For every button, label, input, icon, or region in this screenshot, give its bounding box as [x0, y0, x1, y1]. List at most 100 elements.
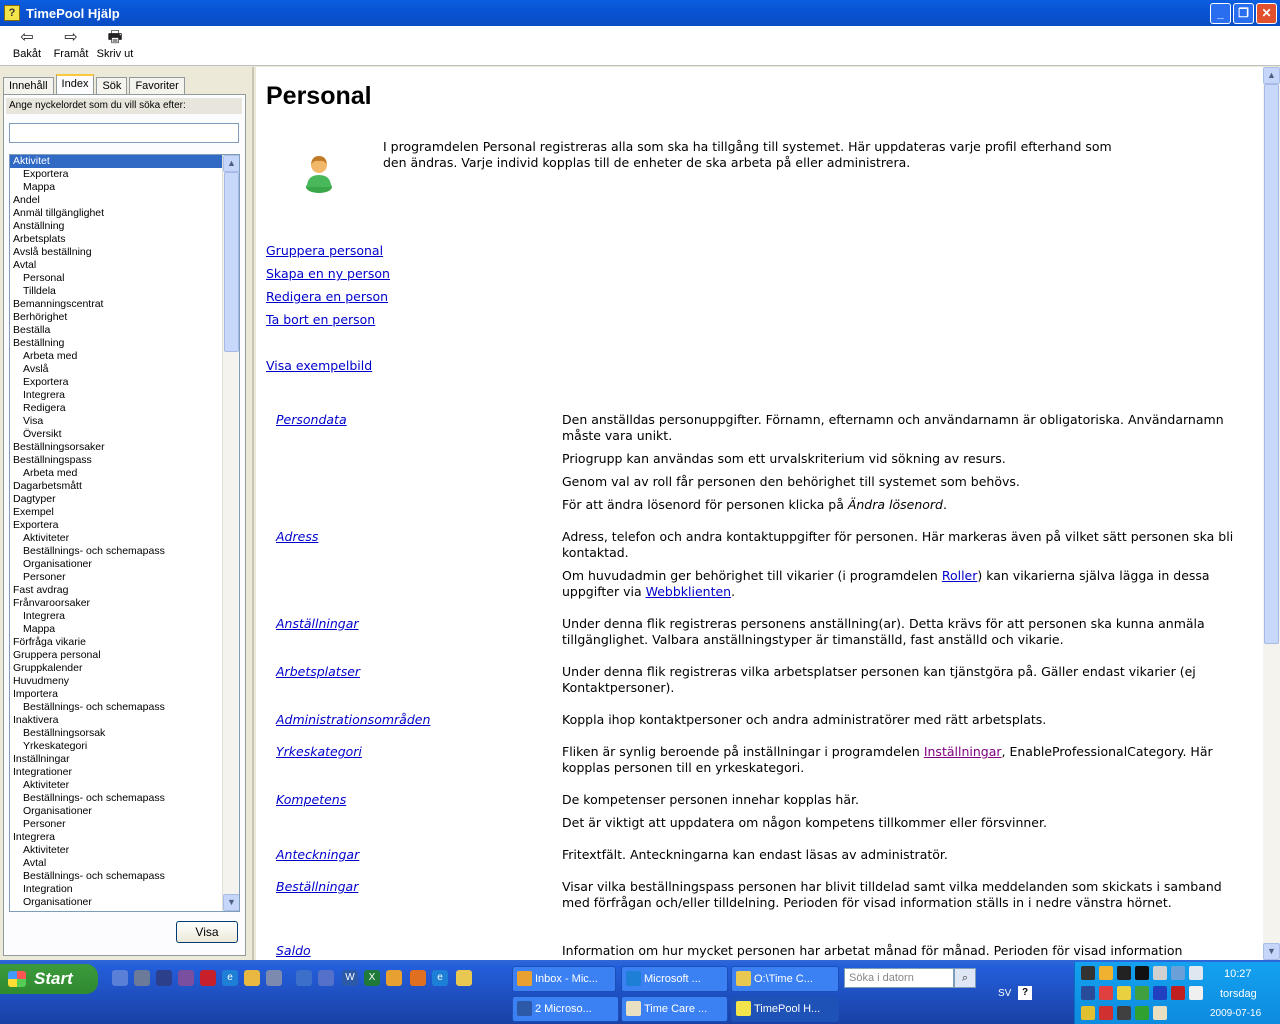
- tray-icon[interactable]: [1189, 986, 1203, 1000]
- clock-time[interactable]: 10:27: [1224, 968, 1252, 980]
- print-button[interactable]: 🖶 Skriv ut: [94, 26, 136, 60]
- tray-icon[interactable]: [1117, 986, 1131, 1000]
- tab-index[interactable]: Index: [55, 74, 95, 96]
- quicklaunch-icon[interactable]: [112, 970, 128, 986]
- content-scroll-thumb[interactable]: [1264, 84, 1279, 644]
- back-button[interactable]: ⇦ Bakåt: [6, 26, 48, 60]
- index-item[interactable]: Beställnings- och schemapass: [10, 701, 222, 714]
- index-item[interactable]: Dagtyper: [10, 493, 222, 506]
- term-balance[interactable]: Saldo: [276, 943, 311, 958]
- index-item[interactable]: Visa: [10, 415, 222, 428]
- index-item[interactable]: Beställnings- och schemapass: [10, 870, 222, 883]
- link-webclient[interactable]: Webbklienten: [646, 584, 732, 599]
- term-competence[interactable]: Kompetens: [276, 792, 346, 807]
- language-indicator[interactable]: SV: [998, 988, 1011, 999]
- index-item[interactable]: Mappa: [10, 623, 222, 636]
- term-employments[interactable]: Anställningar: [276, 616, 359, 631]
- tray-icon[interactable]: [1153, 966, 1167, 980]
- quicklaunch-icon[interactable]: [200, 970, 216, 986]
- tab-favorites[interactable]: Favoriter: [129, 77, 185, 95]
- index-item[interactable]: Exportera: [10, 376, 222, 389]
- index-item[interactable]: Berhörighet: [10, 311, 222, 324]
- index-item[interactable]: Förfråga vikarie: [10, 636, 222, 649]
- index-item[interactable]: Arbetsplats: [10, 233, 222, 246]
- index-item[interactable]: Beställningspass: [10, 454, 222, 467]
- index-item[interactable]: Avslå: [10, 363, 222, 376]
- tray-icon[interactable]: [1171, 986, 1185, 1000]
- tray-icon[interactable]: [1153, 986, 1167, 1000]
- link-edit-person[interactable]: Redigera en person: [266, 289, 388, 304]
- forward-button[interactable]: ⇨ Framåt: [50, 26, 92, 60]
- index-item[interactable]: Organisationer: [10, 805, 222, 818]
- index-item[interactable]: Exportera: [10, 168, 222, 181]
- start-button[interactable]: Start: [0, 964, 98, 994]
- index-item[interactable]: Personal: [10, 272, 222, 285]
- index-item[interactable]: Integrera: [10, 610, 222, 623]
- close-button[interactable]: ✕: [1256, 3, 1277, 24]
- tray-icon[interactable]: [1099, 986, 1113, 1000]
- term-professional-category[interactable]: Yrkeskategori: [276, 744, 362, 759]
- index-item[interactable]: Organisationer: [10, 558, 222, 571]
- index-item[interactable]: Avtal: [10, 857, 222, 870]
- excel-icon[interactable]: X: [364, 970, 380, 986]
- index-item[interactable]: Personer: [10, 909, 222, 911]
- index-item[interactable]: Redigera: [10, 402, 222, 415]
- tray-icon[interactable]: [1189, 966, 1203, 980]
- tray-icon[interactable]: [1135, 986, 1149, 1000]
- tray-icon[interactable]: [1099, 1006, 1113, 1020]
- tray-icon[interactable]: [1117, 1006, 1131, 1020]
- tray-icon[interactable]: [1081, 1006, 1095, 1020]
- tray-icon[interactable]: [1117, 966, 1131, 980]
- tab-search[interactable]: Sök: [96, 77, 128, 95]
- index-item[interactable]: Beställningsorsaker: [10, 441, 222, 454]
- index-item[interactable]: Dagarbetsmått: [10, 480, 222, 493]
- task-microsoft[interactable]: Microsoft ...: [621, 966, 728, 992]
- index-item[interactable]: Gruppera personal: [10, 649, 222, 662]
- index-item[interactable]: Aktiviteter: [10, 532, 222, 545]
- index-item[interactable]: Integrera: [10, 389, 222, 402]
- tray-icon[interactable]: [1135, 966, 1149, 980]
- index-item[interactable]: Importera: [10, 688, 222, 701]
- term-address[interactable]: Adress: [276, 529, 318, 544]
- task-word-group[interactable]: 2 Microso...: [512, 996, 619, 1022]
- index-item[interactable]: Exempel: [10, 506, 222, 519]
- magnifier-icon[interactable]: ⌕: [954, 968, 976, 988]
- term-admin-areas[interactable]: Administrationsområden: [276, 712, 430, 727]
- link-example-image[interactable]: Visa exempelbild: [266, 358, 372, 373]
- desktop-search-input[interactable]: Söka i datorn: [844, 968, 954, 988]
- link-roles[interactable]: Roller: [942, 568, 978, 583]
- index-list[interactable]: Aktivitet Exportera Mappa Andel Anmäl tillgä…: [9, 154, 240, 912]
- tray-icon[interactable]: [1099, 966, 1113, 980]
- index-item[interactable]: Fast avdrag: [10, 584, 222, 597]
- quicklaunch-icon[interactable]: [410, 970, 426, 986]
- help-icon[interactable]: ?: [1018, 986, 1032, 1000]
- index-item[interactable]: Integration: [10, 883, 222, 896]
- quicklaunch-icon[interactable]: [296, 970, 312, 986]
- tray-icon[interactable]: [1171, 966, 1185, 980]
- index-item[interactable]: Översikt: [10, 428, 222, 441]
- task-timepool-help[interactable]: TimePool H...: [731, 996, 839, 1022]
- quicklaunch-icon[interactable]: [156, 970, 172, 986]
- index-item[interactable]: Personer: [10, 571, 222, 584]
- link-delete-person[interactable]: Ta bort en person: [266, 312, 375, 327]
- index-item[interactable]: Avslå beställning: [10, 246, 222, 259]
- word-icon[interactable]: W: [342, 970, 358, 986]
- index-scrollbar[interactable]: ▲ ▼: [222, 155, 239, 911]
- quicklaunch-icon[interactable]: [178, 970, 194, 986]
- restore-button[interactable]: ❐: [1233, 3, 1254, 24]
- index-item[interactable]: Anställning: [10, 220, 222, 233]
- index-item[interactable]: Beställning: [10, 337, 222, 350]
- link-create-person[interactable]: Skapa en ny person: [266, 266, 390, 281]
- index-item[interactable]: Tilldela: [10, 285, 222, 298]
- content-scroll-down-icon[interactable]: ▼: [1263, 943, 1280, 960]
- quicklaunch-icon[interactable]: [266, 970, 282, 986]
- index-item[interactable]: Aktiviteter: [10, 844, 222, 857]
- index-item[interactable]: Personer: [10, 818, 222, 831]
- index-item[interactable]: Arbeta med: [10, 467, 222, 480]
- index-item[interactable]: Beställa: [10, 324, 222, 337]
- index-item[interactable]: Exportera: [10, 519, 222, 532]
- index-item[interactable]: Huvudmeny: [10, 675, 222, 688]
- quicklaunch-icon[interactable]: [134, 970, 150, 986]
- task-inbox[interactable]: Inbox - Mic...: [512, 966, 616, 992]
- index-item[interactable]: Aktivitet: [10, 155, 222, 168]
